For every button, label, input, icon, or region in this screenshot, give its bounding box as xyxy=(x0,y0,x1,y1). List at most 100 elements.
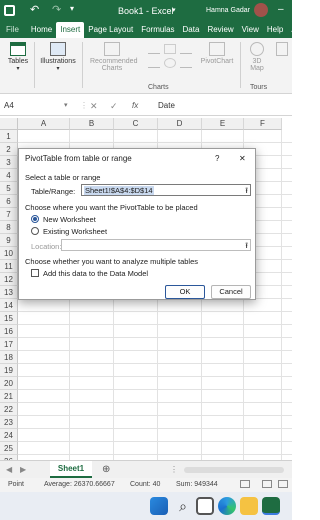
user-name[interactable]: Hamna Gadar xyxy=(206,7,250,14)
pivotchart-button[interactable]: PivotChart xyxy=(196,38,238,94)
new-worksheet-radio[interactable] xyxy=(31,215,39,223)
confirm-entry-icon[interactable]: ✓ xyxy=(110,101,118,112)
status-sum[interactable]: Sum: 949344 xyxy=(176,481,218,488)
row-header-13[interactable]: 13 xyxy=(0,286,18,299)
edge-browser-icon[interactable] xyxy=(218,497,236,515)
existing-worksheet-radio[interactable] xyxy=(31,227,39,235)
row-header-8[interactable]: 8 xyxy=(0,221,18,234)
line-chart-icon[interactable] xyxy=(148,58,160,68)
row-header-22[interactable]: 22 xyxy=(0,403,18,416)
hierarchy-chart-icon[interactable] xyxy=(164,44,176,54)
row-header-5[interactable]: 5 xyxy=(0,182,18,195)
existing-worksheet-label[interactable]: Existing Worksheet xyxy=(43,227,107,236)
collapse-dialog-icon[interactable]: ⭱ xyxy=(245,240,248,254)
windows-start-icon[interactable] xyxy=(150,497,168,515)
excel-taskbar-icon[interactable] xyxy=(262,497,280,515)
row-header-3[interactable]: 3 xyxy=(0,156,18,169)
cancel-entry-icon[interactable]: ✕ xyxy=(90,101,98,112)
row-header-1[interactable]: 1 xyxy=(0,130,18,143)
status-count[interactable]: Count: 40 xyxy=(130,481,160,488)
horizontal-scrollbar[interactable] xyxy=(184,467,284,473)
tables-button[interactable]: Tables ▾ xyxy=(4,38,32,94)
redo-icon[interactable]: ↷ xyxy=(52,3,61,16)
scroll-sheets-right-icon[interactable]: ▶ xyxy=(20,465,26,474)
scroll-sheets-left-icon[interactable]: ◀ xyxy=(6,465,12,474)
column-header-a[interactable]: A xyxy=(18,118,70,130)
tab-help[interactable]: Help xyxy=(263,22,287,38)
minimize-icon[interactable]: – xyxy=(278,4,284,15)
row-header-12[interactable]: 12 xyxy=(0,273,18,286)
pie-chart-icon[interactable] xyxy=(164,58,176,68)
row-header-25[interactable]: 25 xyxy=(0,442,18,455)
chevron-down-icon: ▾ xyxy=(56,66,60,72)
select-all-corner[interactable] xyxy=(0,118,18,130)
undo-icon[interactable]: ↶ xyxy=(30,3,39,16)
collapse-dialog-icon[interactable]: ⭱ xyxy=(245,185,248,199)
tab-insert[interactable]: Insert xyxy=(56,22,85,38)
new-worksheet-label[interactable]: New Worksheet xyxy=(43,215,96,224)
cancel-button[interactable]: Cancel xyxy=(211,285,251,299)
scatter-chart-icon[interactable] xyxy=(180,58,192,68)
tab-acrobat[interactable]: Acrobat xyxy=(287,22,320,38)
qat-dropdown-icon[interactable]: ▾ xyxy=(70,4,74,13)
insert-function-icon[interactable]: fx xyxy=(132,101,138,110)
illustrations-button[interactable]: Illustrations ▾ xyxy=(36,38,80,94)
row-header-21[interactable]: 21 xyxy=(0,390,18,403)
normal-view-icon[interactable] xyxy=(262,480,272,488)
name-box[interactable]: A4 xyxy=(4,101,62,113)
task-view-icon[interactable] xyxy=(196,497,214,515)
sparklines-button[interactable] xyxy=(274,38,290,94)
name-box-dropdown-icon[interactable]: ▾ xyxy=(64,101,68,109)
row-header-9[interactable]: 9 xyxy=(0,234,18,247)
tab-split-handle[interactable]: ⋮ xyxy=(170,465,178,474)
page-layout-view-icon[interactable] xyxy=(278,480,288,488)
column-header-d[interactable]: D xyxy=(158,118,202,130)
row-header-15[interactable]: 15 xyxy=(0,312,18,325)
row-header-7[interactable]: 7 xyxy=(0,208,18,221)
table-range-input[interactable]: Sheet1!$A$4:$D$14 ⭱ xyxy=(81,184,251,196)
row-header-4[interactable]: 4 xyxy=(0,169,18,182)
sheet-tab-sheet1[interactable]: Sheet1 xyxy=(50,461,92,478)
row-header-23[interactable]: 23 xyxy=(0,416,18,429)
tab-data[interactable]: Data xyxy=(179,22,204,38)
help-icon[interactable]: ? xyxy=(215,154,219,163)
row-header-16[interactable]: 16 xyxy=(0,325,18,338)
row-header-11[interactable]: 11 xyxy=(0,260,18,273)
tab-page-layout[interactable]: Page Layout xyxy=(84,22,137,38)
tab-review[interactable]: Review xyxy=(203,22,237,38)
row-header-18[interactable]: 18 xyxy=(0,351,18,364)
avatar[interactable] xyxy=(254,3,268,17)
tab-view[interactable]: View xyxy=(238,22,263,38)
search-icon[interactable]: ⌕ xyxy=(174,497,192,515)
data-model-label[interactable]: Add this data to the Data Model xyxy=(43,269,148,278)
row-header-2[interactable]: 2 xyxy=(0,143,18,156)
data-model-checkbox[interactable] xyxy=(31,269,39,277)
row-header-10[interactable]: 10 xyxy=(0,247,18,260)
column-header-f[interactable]: F xyxy=(244,118,282,130)
column-header-e[interactable]: E xyxy=(202,118,244,130)
column-chart-icon[interactable] xyxy=(148,44,160,54)
status-average[interactable]: Average: 26370.66667 xyxy=(44,481,115,488)
waterfall-chart-icon[interactable] xyxy=(180,44,192,54)
tab-home[interactable]: Home xyxy=(27,22,56,38)
row-header-6[interactable]: 6 xyxy=(0,195,18,208)
file-explorer-icon[interactable] xyxy=(240,497,258,515)
display-settings-icon[interactable] xyxy=(240,480,250,488)
recommended-charts-button[interactable]: Recommended Charts xyxy=(84,38,140,94)
column-header-c[interactable]: C xyxy=(114,118,158,130)
row-header-20[interactable]: 20 xyxy=(0,377,18,390)
column-header-b[interactable]: B xyxy=(70,118,114,130)
row-header-19[interactable]: 19 xyxy=(0,364,18,377)
close-icon[interactable]: ✕ xyxy=(239,154,246,163)
row-header-24[interactable]: 24 xyxy=(0,429,18,442)
ok-button[interactable]: OK xyxy=(165,285,205,299)
tab-file[interactable]: File xyxy=(0,22,27,38)
add-sheet-icon[interactable]: ⊕ xyxy=(102,464,110,475)
row-header-14[interactable]: 14 xyxy=(0,299,18,312)
row-header-17[interactable]: 17 xyxy=(0,338,18,351)
formula-content[interactable]: Date xyxy=(158,101,175,110)
table-range-label: Table/Range: xyxy=(31,187,76,196)
tab-formulas[interactable]: Formulas xyxy=(137,22,178,38)
title-dropdown-icon[interactable]: ▾ xyxy=(172,6,176,14)
location-input[interactable]: ⭱ xyxy=(61,239,251,251)
